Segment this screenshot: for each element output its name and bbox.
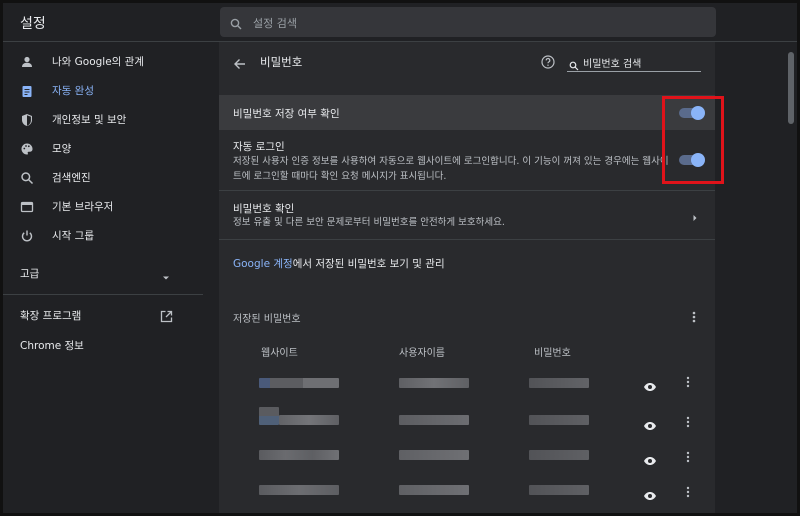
username-blurred — [399, 485, 469, 495]
power-icon — [20, 228, 34, 242]
auto-signin-label: 자동 로그인 — [233, 141, 285, 153]
column-header-username: 사용자이름 — [399, 348, 445, 359]
app-title: 설정 — [20, 16, 46, 32]
check-passwords-row[interactable]: 비밀번호 확인 정보 유출 및 다른 보안 문제로부터 비밀번호를 안전하게 보… — [219, 191, 715, 239]
sidebar-item-label: 시작 그룹 — [52, 230, 94, 242]
check-passwords-description: 정보 유출 및 다른 보안 문제로부터 비밀번호를 안전하게 보호하세요. — [233, 217, 505, 228]
sidebar-item-search-engine[interactable]: 검색엔진 — [3, 164, 203, 192]
username-blurred — [399, 378, 469, 388]
more-vert-icon[interactable] — [685, 414, 691, 433]
more-vert-icon[interactable] — [685, 374, 691, 393]
offer-to-save-row[interactable]: 비밀번호 저장 여부 확인 — [219, 95, 715, 130]
password-blurred — [529, 378, 589, 388]
person-icon — [20, 54, 34, 68]
sidebar-item-appearance[interactable]: 모양 — [3, 135, 203, 163]
sidebar-item-label: 검색엔진 — [52, 172, 91, 184]
sidebar-divider — [3, 294, 203, 295]
google-account-rest: 에서 저장된 비밀번호 보기 및 관리 — [292, 258, 445, 270]
search-placeholder: 설정 검색 — [253, 17, 297, 30]
password-search-value: 비밀번호 검색 — [583, 59, 642, 70]
card-header: 비밀번호 비밀번호 검색 — [219, 42, 715, 90]
more-vert-icon[interactable] — [685, 449, 691, 468]
password-blurred — [529, 415, 589, 425]
sidebar-advanced[interactable]: 고급 — [3, 262, 203, 286]
saved-passwords-title: 저장된 비밀번호 — [233, 314, 301, 325]
sidebar-item-label: 개인정보 및 보안 — [52, 114, 127, 126]
google-account-link[interactable]: Google 계정 — [233, 258, 293, 270]
search-icon — [230, 15, 242, 34]
search-icon — [20, 170, 34, 185]
browser-icon — [20, 199, 34, 213]
column-header-password: 비밀번호 — [534, 348, 571, 359]
website-blurred — [279, 415, 339, 425]
sidebar-about-chrome[interactable]: Chrome 정보 — [20, 338, 84, 353]
google-account-row: Google 계정에서 저장된 비밀번호 보기 및 관리 — [219, 250, 715, 274]
password-row — [219, 473, 715, 508]
extensions-label: 확장 프로그램 — [20, 310, 82, 322]
website-blurred — [259, 378, 339, 388]
more-vert-icon[interactable] — [685, 484, 691, 503]
palette-icon — [20, 141, 34, 155]
settings-search-input[interactable]: 설정 검색 — [220, 7, 716, 37]
sidebar-item-label: 나와 Google의 관계 — [52, 56, 145, 68]
sidebar-item-you-and-google[interactable]: 나와 Google의 관계 — [3, 48, 203, 76]
eye-icon[interactable] — [643, 451, 657, 470]
chevron-right-icon — [691, 208, 699, 227]
back-arrow-icon[interactable] — [233, 55, 246, 74]
eye-icon[interactable] — [643, 486, 657, 505]
password-search-input[interactable]: 비밀번호 검색 — [567, 52, 701, 72]
sidebar-item-label: 자동 완성 — [52, 85, 94, 97]
scrollbar-thumb[interactable] — [788, 52, 794, 124]
row-divider — [219, 239, 715, 240]
column-header-website: 웹사이트 — [261, 348, 298, 359]
website-blurred — [259, 450, 339, 460]
password-blurred — [529, 485, 589, 495]
sidebar-item-on-startup[interactable]: 시작 그룹 — [3, 222, 203, 250]
sidebar-item-label: 기본 브라우저 — [52, 201, 114, 213]
eye-icon[interactable] — [643, 416, 657, 435]
more-vert-icon[interactable] — [691, 309, 697, 328]
password-row — [219, 368, 715, 403]
password-row — [219, 403, 715, 438]
header: 설정 설정 검색 — [3, 3, 797, 41]
search-icon — [569, 56, 579, 75]
website-blurred — [259, 407, 279, 425]
check-passwords-label: 비밀번호 확인 — [233, 203, 295, 215]
eye-icon[interactable] — [643, 377, 657, 396]
page-title: 비밀번호 — [260, 55, 303, 69]
sidebar-extensions[interactable]: 확장 프로그램 — [3, 304, 203, 328]
sidebar-item-autofill[interactable]: 자동 완성 — [3, 77, 203, 105]
password-row — [219, 438, 715, 473]
clipboard-icon — [20, 83, 34, 97]
caret-down-icon — [161, 268, 171, 287]
username-blurred — [399, 450, 469, 460]
help-icon[interactable] — [541, 54, 555, 73]
auto-signin-description: 저장된 사용자 인증 정보를 사용하여 자동으로 웹사이트에 로그인합니다. 이… — [233, 156, 669, 182]
sidebar-item-privacy[interactable]: 개인정보 및 보안 — [3, 106, 203, 134]
sidebar-item-label: 모양 — [52, 143, 72, 155]
auto-signin-row[interactable]: 자동 로그인 저장된 사용자 인증 정보를 사용하여 자동으로 웹사이트에 로그… — [219, 130, 715, 188]
username-blurred — [399, 415, 469, 425]
offer-to-save-label: 비밀번호 저장 여부 확인 — [233, 108, 340, 120]
sidebar-item-default-browser[interactable]: 기본 브라우저 — [3, 193, 203, 221]
sidebar: 나와 Google의 관계 자동 완성 개인정보 및 보안 모양 검색엔진 기본… — [3, 42, 203, 513]
shield-icon — [20, 112, 34, 126]
advanced-label: 고급 — [20, 268, 40, 280]
website-blurred — [259, 485, 339, 495]
open-in-new-icon — [160, 308, 173, 327]
annotation-highlight-box — [662, 96, 724, 184]
passwords-card: 비밀번호 비밀번호 검색 비밀번호 저장 여부 확인 자동 로그인 저장된 사용… — [219, 42, 715, 513]
password-blurred — [529, 450, 589, 460]
google-account-text: Google 계정에서 저장된 비밀번호 보기 및 관리 — [233, 256, 445, 271]
scrollbar[interactable] — [785, 42, 797, 513]
